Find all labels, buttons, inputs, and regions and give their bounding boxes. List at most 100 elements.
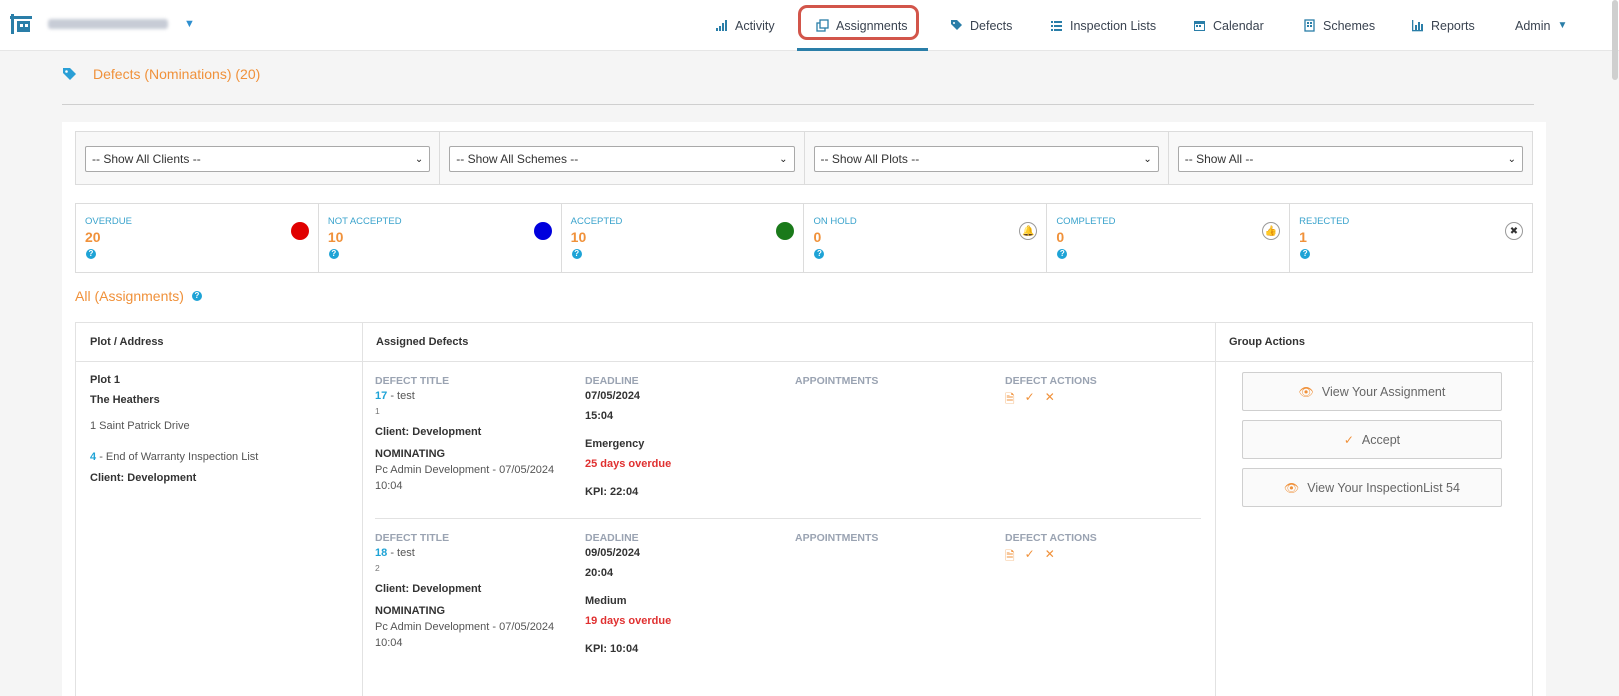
defect-actions-col: DEFECT ACTIONS 🗎 ✓ ✕ <box>1005 375 1201 411</box>
help-icon[interactable]: ? <box>571 249 582 259</box>
select-value: -- Show All Clients -- <box>92 152 201 166</box>
assignments-highlight <box>798 5 919 40</box>
defect-title-heading: DEFECT TITLE <box>375 532 450 544</box>
stat-label: COMPLETED <box>1056 216 1116 227</box>
row-divider <box>375 518 1201 519</box>
nav-label: Defects <box>970 18 1013 33</box>
plot-name: The Heathers <box>90 394 160 406</box>
deadline-heading: DEADLINE <box>585 375 639 387</box>
deadline-time: 20:04 <box>585 567 614 579</box>
kpi: KPI: 10:04 <box>585 643 639 655</box>
brand-logo-icon <box>10 14 32 34</box>
select-value: -- Show All Schemes -- <box>456 152 579 166</box>
nominated-by: Pc Admin Development - 07/05/2024 <box>375 464 555 476</box>
filter-cell: -- Show All Clients -- ⌄ <box>76 132 441 184</box>
nav-admin[interactable]: Admin ▼ <box>1515 0 1567 51</box>
stat-value: 10 <box>327 229 344 245</box>
page-title: Defects (Nominations) (20) <box>93 66 261 82</box>
section-title-text: All (Assignments) <box>75 288 184 304</box>
nav-defects[interactable]: Defects <box>950 0 1012 51</box>
overdue-text: 19 days overdue <box>585 615 672 627</box>
check-icon[interactable]: ✓ <box>1025 547 1035 568</box>
section-title: All (Assignments) ? <box>75 288 202 304</box>
nav-label: Schemes <box>1323 18 1376 33</box>
close-icon[interactable]: ✕ <box>1045 547 1055 568</box>
button-label: View Your InspectionList 54 <box>1307 480 1460 495</box>
document-icon[interactable]: 🗎 <box>1005 390 1015 411</box>
help-icon[interactable]: ? <box>814 249 825 259</box>
stat-accepted[interactable]: ACCEPTED 10 ? <box>562 204 805 272</box>
check-icon[interactable]: ✓ <box>1025 390 1035 411</box>
stat-label: OVERDUE <box>85 216 132 227</box>
bar-chart-icon <box>716 20 727 31</box>
plot-cell: Plot 1 The Heathers 1 Saint Patrick Driv… <box>90 375 350 493</box>
nav-reports[interactable]: Reports <box>1411 0 1475 51</box>
appointments-col: APPOINTMENTS <box>795 375 1005 387</box>
top-navbar: ▼ Activity Assignments Defects Inspectio… <box>0 0 1619 51</box>
stat-value: 10 <box>570 229 587 245</box>
main-card: -- Show All Clients -- ⌄ -- Show All Sche… <box>62 122 1546 696</box>
view-assignment-button[interactable]: 👁 View Your Assignment <box>1242 372 1502 411</box>
nav-schemes[interactable]: Schemes <box>1303 0 1375 51</box>
stat-on-hold[interactable]: ON HOLD 0 ? 🔔 <box>804 204 1048 272</box>
stat-label: ON HOLD <box>813 216 857 227</box>
nav-label: Reports <box>1431 18 1475 33</box>
defect-title-heading: DEFECT TITLE <box>375 375 450 387</box>
defect-id-link[interactable]: 17 <box>375 390 387 402</box>
column-divider <box>362 323 363 696</box>
nominated-time: 10:04 <box>375 637 403 649</box>
tag-icon <box>63 68 76 80</box>
status-filter-select[interactable]: -- Show All -- ⌄ <box>1177 146 1523 172</box>
defect-id-link[interactable]: 18 <box>375 547 387 559</box>
plot-client: Client: Development <box>90 472 197 484</box>
divider <box>62 104 1534 105</box>
help-icon[interactable]: ? <box>1057 249 1068 259</box>
appointments-heading: APPOINTMENTS <box>795 375 879 387</box>
nav-label: Admin <box>1515 18 1551 33</box>
defect-status: NOMINATING <box>375 605 446 617</box>
scheme-filter-select[interactable]: -- Show All Schemes -- ⌄ <box>449 146 795 172</box>
tag-icon <box>951 20 962 30</box>
defect-title-text: - test <box>390 547 415 559</box>
defect-title-text: - test <box>390 390 415 402</box>
deadline-col: DEADLINE 07/05/2024 15:04 Emergency 25 d… <box>585 375 795 498</box>
defect-client: Client: Development <box>375 426 482 438</box>
chevron-down-icon: ▼ <box>1557 20 1568 31</box>
document-icon[interactable]: 🗎 <box>1005 547 1015 568</box>
column-divider <box>1215 323 1216 696</box>
button-label: Accept <box>1361 432 1401 447</box>
deadline-heading: DEADLINE <box>585 532 639 544</box>
defect-sub: 2 <box>375 563 380 573</box>
nav-activity[interactable]: Activity <box>715 0 775 51</box>
scrollbar[interactable] <box>1612 0 1618 80</box>
calendar-icon <box>1194 21 1205 31</box>
client-filter-select[interactable]: -- Show All Clients -- ⌄ <box>85 146 431 172</box>
nav-inspection-lists[interactable]: Inspection Lists <box>1050 0 1156 51</box>
filter-bar: -- Show All Clients -- ⌄ -- Show All Sche… <box>75 131 1533 185</box>
accept-button[interactable]: ✓ Accept <box>1242 420 1502 459</box>
overdue-text: 25 days overdue <box>585 458 672 470</box>
plot-filter-select[interactable]: -- Show All Plots -- ⌄ <box>813 146 1159 172</box>
eye-icon: 👁 <box>1298 384 1314 399</box>
deadline-col: DEADLINE 09/05/2024 20:04 Medium 19 days… <box>585 532 795 655</box>
stat-rejected[interactable]: REJECTED 1 ? ✖ <box>1290 204 1532 272</box>
defect-actions-heading: DEFECT ACTIONS <box>1005 375 1097 387</box>
defect-title-col: DEFECT TITLE 17 - test 1 Client: Develop… <box>375 375 585 492</box>
chevron-down-icon: ⌄ <box>1507 153 1516 165</box>
close-icon[interactable]: ✕ <box>1045 390 1055 411</box>
brand[interactable]: ▼ <box>10 14 195 34</box>
nav-calendar[interactable]: Calendar <box>1193 0 1264 51</box>
inspection-list-link[interactable]: 4 <box>90 451 96 463</box>
stat-not-accepted[interactable]: NOT ACCEPTED 10 ? <box>319 204 562 272</box>
select-value: -- Show All Plots -- <box>820 152 920 166</box>
help-icon[interactable]: ? <box>1300 249 1311 259</box>
help-icon[interactable]: ? <box>86 249 96 259</box>
view-inspection-list-button[interactable]: 👁 View Your InspectionList 54 <box>1242 468 1502 507</box>
help-icon[interactable]: ? <box>328 249 339 259</box>
help-icon[interactable]: ? <box>191 291 202 301</box>
chevron-down-icon: ⌄ <box>414 153 424 165</box>
nav-label: Calendar <box>1213 18 1264 33</box>
stat-overdue[interactable]: OVERDUE 20 ? <box>76 204 319 272</box>
stat-value: 0 <box>813 229 822 245</box>
stat-completed[interactable]: COMPLETED 0 ? 👍 <box>1047 204 1291 272</box>
